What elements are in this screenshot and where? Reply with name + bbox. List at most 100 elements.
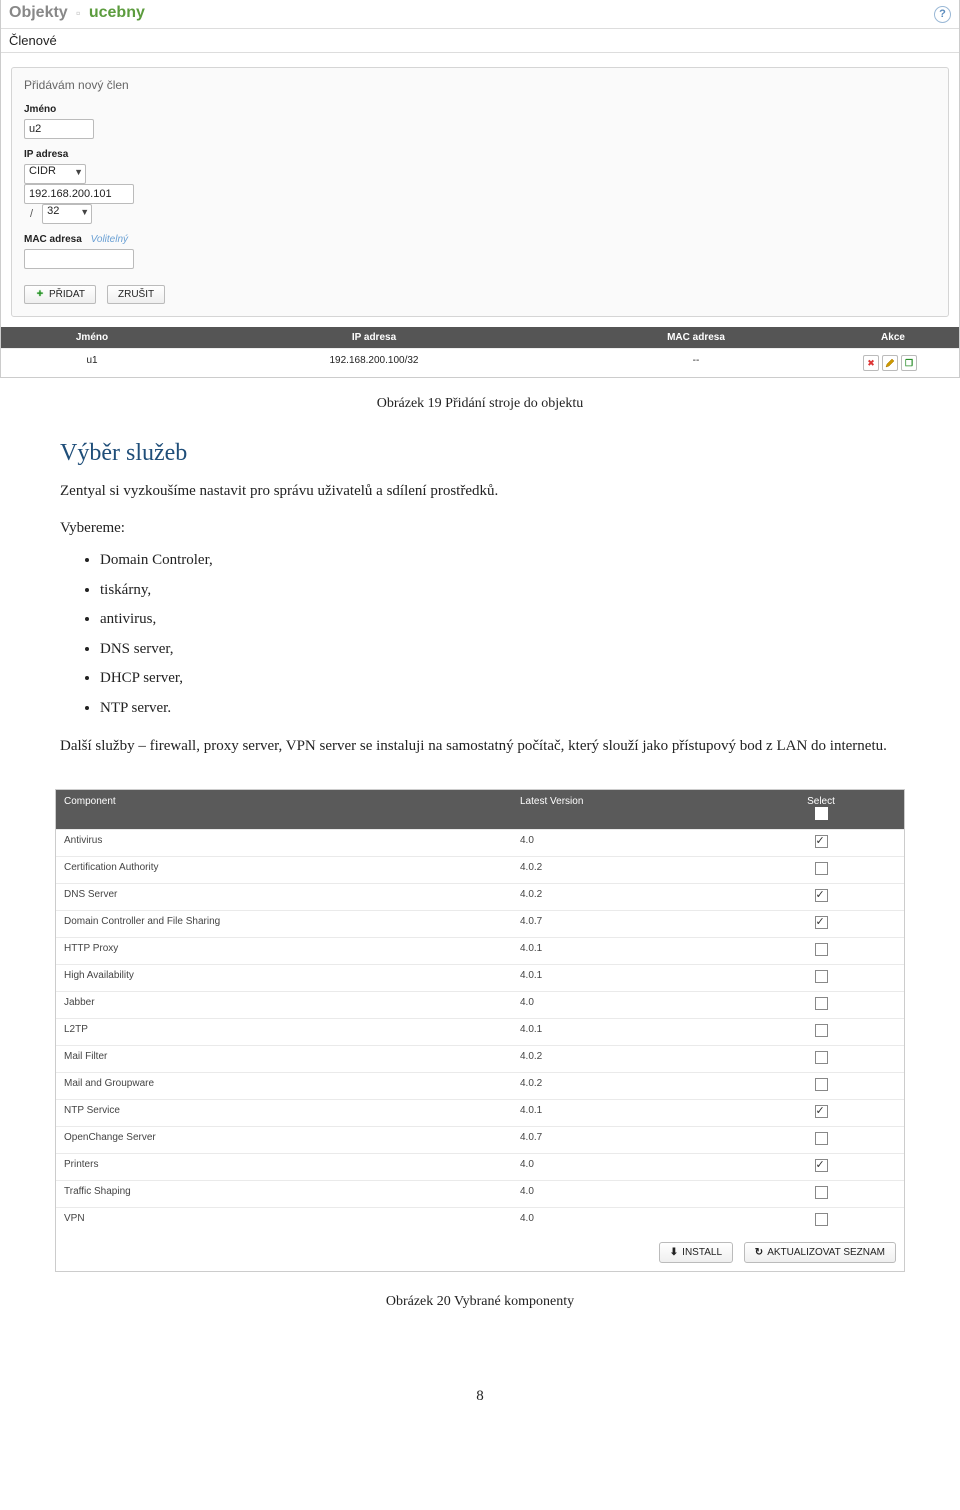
refresh-icon: ↻ xyxy=(755,1247,763,1258)
col-ip: IP adresa xyxy=(183,327,565,348)
cell-version: 4.0.7 xyxy=(512,911,738,937)
col-component: Component xyxy=(56,790,512,829)
cell-select xyxy=(738,1208,904,1234)
components-table-header: Component Latest Version Select xyxy=(56,790,904,829)
mac-input[interactable] xyxy=(24,249,134,269)
select-all-checkbox[interactable] xyxy=(815,807,828,820)
cell-select xyxy=(738,857,904,883)
screenshot-components-table: Component Latest Version Select Antiviru… xyxy=(55,789,905,1272)
cell-component: OpenChange Server xyxy=(56,1127,512,1153)
clone-icon[interactable]: ❐ xyxy=(901,355,917,371)
cell-version: 4.0.2 xyxy=(512,857,738,883)
cell-version: 4.0.1 xyxy=(512,1100,738,1126)
mask-select[interactable]: 32 ▼ xyxy=(42,204,92,224)
cell-select xyxy=(738,992,904,1018)
row-checkbox[interactable] xyxy=(815,997,828,1010)
cell-component: High Availability xyxy=(56,965,512,991)
download-icon: ⬇ xyxy=(670,1247,678,1258)
mac-label-text: MAC adresa xyxy=(24,234,82,245)
cell-component: Antivirus xyxy=(56,830,512,856)
row-checkbox[interactable] xyxy=(815,1051,828,1064)
cell-select xyxy=(738,1019,904,1045)
cell-component: Traffic Shaping xyxy=(56,1181,512,1207)
col-version: Latest Version xyxy=(512,790,738,829)
cidr-slash: / xyxy=(30,208,33,220)
row-checkbox[interactable] xyxy=(815,1024,828,1037)
cell-component: Mail Filter xyxy=(56,1046,512,1072)
row-checkbox[interactable] xyxy=(815,970,828,983)
list-item: DNS server, xyxy=(100,635,900,664)
list-item: DHCP server, xyxy=(100,664,900,693)
add-button-label: PŘIDAT xyxy=(49,289,85,300)
cancel-button[interactable]: ZRUŠIT xyxy=(107,285,165,304)
cell-select xyxy=(738,1154,904,1180)
cell-select xyxy=(738,830,904,856)
cidr-select-value: CIDR xyxy=(29,165,56,177)
members-table-header: Jméno IP adresa MAC adresa Akce xyxy=(1,327,959,348)
row-checkbox[interactable] xyxy=(815,835,828,848)
table-row: Certification Authority4.0.2 xyxy=(56,856,904,883)
breadcrumb: ? Objekty ▫ ucebny xyxy=(1,0,959,28)
mac-label: MAC adresa Volitelný xyxy=(24,234,936,245)
table-row: OpenChange Server4.0.7 xyxy=(56,1126,904,1153)
ip-input[interactable]: 192.168.200.101 xyxy=(24,184,134,204)
row-checkbox[interactable] xyxy=(815,862,828,875)
row-checkbox[interactable] xyxy=(815,1132,828,1145)
cell-version: 4.0.2 xyxy=(512,1073,738,1099)
list-item: tiskárny, xyxy=(100,576,900,605)
list-item: NTP server. xyxy=(100,694,900,723)
cell-version: 4.0.7 xyxy=(512,1127,738,1153)
install-button[interactable]: ⬇ INSTALL xyxy=(659,1242,733,1263)
row-checkbox[interactable] xyxy=(815,916,828,929)
cell-version: 4.0.1 xyxy=(512,965,738,991)
row-checkbox[interactable] xyxy=(815,1159,828,1172)
col-name: Jméno xyxy=(1,327,183,348)
paragraph: Zentyal si vyzkoušíme nastavit pro správ… xyxy=(60,477,900,506)
install-button-label: INSTALL xyxy=(682,1247,722,1258)
row-checkbox[interactable] xyxy=(815,889,828,902)
cell-select xyxy=(738,911,904,937)
cell-version: 4.0 xyxy=(512,1208,738,1234)
table-row: Traffic Shaping4.0 xyxy=(56,1180,904,1207)
row-checkbox[interactable] xyxy=(815,1213,828,1226)
cidr-select[interactable]: CIDR ▼ xyxy=(24,164,86,184)
figure-caption-19: Obrázek 19 Přidání stroje do objektu xyxy=(60,396,900,412)
cell-select xyxy=(738,1100,904,1126)
table-row: Domain Controller and File Sharing4.0.7 xyxy=(56,910,904,937)
list-item: Domain Controler, xyxy=(100,546,900,575)
cell-select xyxy=(738,1046,904,1072)
edit-icon[interactable] xyxy=(882,355,898,371)
row-checkbox[interactable] xyxy=(815,943,828,956)
row-checkbox[interactable] xyxy=(815,1186,828,1199)
name-input[interactable]: u2 xyxy=(24,119,94,139)
paragraph: Další služby – firewall, proxy server, V… xyxy=(60,732,900,761)
cell-name: u1 xyxy=(1,349,183,377)
cell-select xyxy=(738,1073,904,1099)
delete-icon[interactable]: ✖ xyxy=(863,355,879,371)
table-row: HTTP Proxy4.0.1 xyxy=(56,937,904,964)
cell-mac: -- xyxy=(565,349,827,377)
update-list-button[interactable]: ↻AKTUALIZOVAT SEZNAM xyxy=(744,1242,896,1263)
cell-select xyxy=(738,965,904,991)
cell-component: DNS Server xyxy=(56,884,512,910)
chevron-down-icon: ▼ xyxy=(80,207,89,217)
mac-optional-hint: Volitelný xyxy=(91,234,128,245)
cell-component: VPN xyxy=(56,1208,512,1234)
cell-component: L2TP xyxy=(56,1019,512,1045)
table-row: Jabber4.0 xyxy=(56,991,904,1018)
chevron-down-icon: ▼ xyxy=(74,167,83,177)
cell-component: Certification Authority xyxy=(56,857,512,883)
cell-version: 4.0 xyxy=(512,1154,738,1180)
breadcrumb-root[interactable]: Objekty xyxy=(9,4,68,21)
row-checkbox[interactable] xyxy=(815,1078,828,1091)
add-button[interactable]: PŘIDAT xyxy=(24,285,96,304)
row-checkbox[interactable] xyxy=(815,1105,828,1118)
cell-component: Printers xyxy=(56,1154,512,1180)
cell-component: Domain Controller and File Sharing xyxy=(56,911,512,937)
table-row: Antivirus4.0 xyxy=(56,829,904,856)
cell-select xyxy=(738,938,904,964)
help-icon[interactable]: ? xyxy=(934,6,951,23)
breadcrumb-current: ucebny xyxy=(89,4,145,21)
col-actions: Akce xyxy=(827,327,959,348)
cell-component: Mail and Groupware xyxy=(56,1073,512,1099)
